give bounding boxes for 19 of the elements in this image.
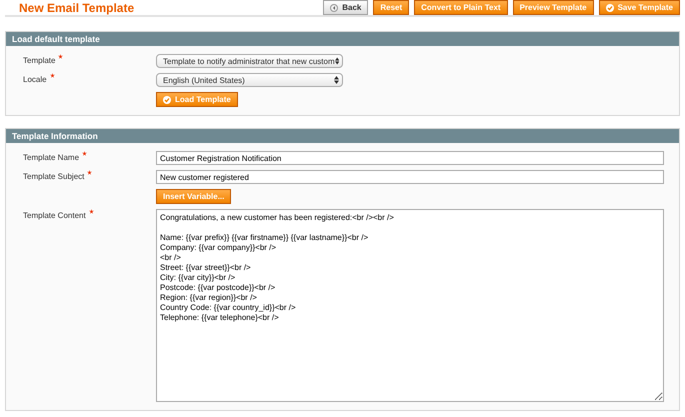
section-header: Template Information	[6, 129, 679, 143]
select-field[interactable]: English (United States)	[156, 73, 343, 87]
back-icon	[330, 4, 338, 12]
check-icon	[163, 96, 171, 104]
select-field[interactable]: Template to notify administrator that new custom	[156, 54, 343, 68]
field-label: Template	[23, 55, 56, 65]
check-icon	[606, 4, 614, 12]
back-button[interactable]: Back	[323, 0, 368, 15]
updown-icon	[334, 57, 339, 65]
content-textarea[interactable]: Congratulations, a new customer has been registered:<br /><br /> Name: {{var prefix}} {{var firstname}} {{var lastname}}<br /> Company: {{var company}}<br /> <br /> Street: {{var street}}<br /> City: {{var city}}<br /> Postcode: {{var postcode}}<br /> Region: {{var region}}<br /> Country Code: {{var country_id}}<br /> Telephone: {{var telephone}<br />	[156, 209, 664, 402]
field-label: Template Subject	[23, 171, 84, 181]
input-field[interactable]: New customer registered	[156, 170, 664, 184]
field-label: Template Name	[23, 152, 80, 162]
updown-icon	[334, 76, 339, 84]
page-title: New Email Template	[19, 0, 134, 14]
field-label: Locale	[23, 74, 47, 84]
input-field[interactable]: Customer Registration Notification	[156, 151, 664, 165]
field-label: Template Content	[23, 210, 86, 220]
section-header: Load default template	[6, 32, 679, 46]
